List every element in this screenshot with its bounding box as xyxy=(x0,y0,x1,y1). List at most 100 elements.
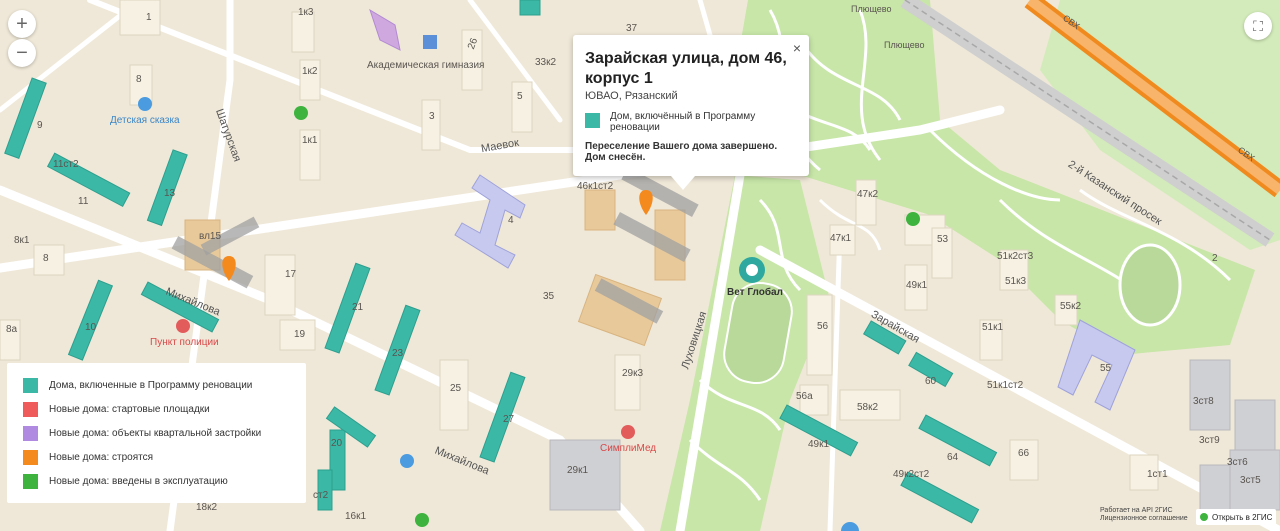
house-number: 56 xyxy=(817,321,829,332)
house-number: 25 xyxy=(450,383,462,394)
house-number: 2 xyxy=(1212,253,1218,264)
house-number: 23 xyxy=(392,348,404,359)
house-number: 3 xyxy=(429,111,435,122)
map-legend: Дома, включенные в Программу реновации Н… xyxy=(7,363,306,503)
house-number: 56а xyxy=(796,391,813,402)
house-number: 47к2 xyxy=(857,189,879,200)
house-number: 53 xyxy=(937,234,949,245)
house-number: ст2 xyxy=(313,490,329,501)
house-number: 33к2 xyxy=(535,57,557,68)
zoom-in-button[interactable]: + xyxy=(8,10,36,38)
house-number: 8а xyxy=(6,324,18,335)
legend-item: Новые дома: введены в эксплуатацию xyxy=(23,474,228,489)
legend-swatch xyxy=(23,378,38,393)
house-number: 49к2ст2 xyxy=(893,469,930,480)
house-number: 51к2ст3 xyxy=(997,251,1034,262)
popup-status-row: Дом, включённый в Программу реновации xyxy=(585,111,780,133)
poi-icon-3 xyxy=(400,454,414,468)
popup-area: ЮВАО, Рязанский xyxy=(585,90,678,102)
house-number: 29к3 xyxy=(622,368,644,379)
house-number: 58к2 xyxy=(857,402,879,413)
legend-label: Новые дома: объекты квартальной застройк… xyxy=(49,428,262,439)
house-number: 17 xyxy=(285,269,297,280)
house-number: 11 xyxy=(78,196,89,207)
poi-icon-4 xyxy=(415,513,429,527)
place-label: СимплиМед xyxy=(600,443,657,454)
shop-poi-icon-2 xyxy=(294,106,308,120)
house-number: 35 xyxy=(543,291,555,302)
house-number: 49к1 xyxy=(906,280,928,291)
house-number: 3ст9 xyxy=(1199,435,1220,446)
house-number: 51к1 xyxy=(982,322,1004,333)
house-number: 1ст1 xyxy=(1147,469,1168,480)
house-number: 19 xyxy=(294,329,306,340)
legend-swatch xyxy=(23,402,38,417)
place-label: Плющево xyxy=(851,4,892,14)
legend-label: Новые дома: введены в эксплуатацию xyxy=(49,476,228,487)
school-poi-icon xyxy=(423,35,437,49)
legend-swatch xyxy=(23,426,38,441)
open-in-2gis-button[interactable]: Открыть в 2ГИС xyxy=(1196,509,1276,525)
place-label: Пункт полиции xyxy=(150,337,219,348)
house-number: 60 xyxy=(925,376,937,387)
house-number: 10 xyxy=(85,322,97,333)
legend-label: Новые дома: стартовые площадки xyxy=(49,404,210,415)
race-track xyxy=(1118,243,1182,327)
map-canvas[interactable]: Шатурская Маевок Михайлова Михайлова Лух… xyxy=(0,0,1280,531)
attribution[interactable]: Работает на API 2ГИС Лицензионное соглаш… xyxy=(1100,507,1188,523)
house-number: 18к2 xyxy=(196,502,218,513)
house-number: 3ст8 xyxy=(1193,396,1214,407)
shop-poi-icon xyxy=(906,212,920,226)
legend-item: Дома, включенные в Программу реновации xyxy=(23,378,252,393)
house-number: 64 xyxy=(947,452,959,463)
house-number: 1к2 xyxy=(302,66,318,77)
house-number: 16к1 xyxy=(345,511,367,522)
house-number: 8к1 xyxy=(14,235,30,246)
house-number: 55 xyxy=(1100,363,1112,374)
status-swatch xyxy=(585,113,600,128)
legend-swatch xyxy=(23,450,38,465)
house-number: 13 xyxy=(164,188,176,199)
house-number: 49к1 xyxy=(808,439,830,450)
house-number: 37 xyxy=(626,23,638,34)
house-number: 3ст6 xyxy=(1227,457,1248,468)
house-number: 21 xyxy=(352,302,364,313)
house-number: 29к1 xyxy=(567,465,589,476)
popup-status: Дом, включённый в Программу реновации xyxy=(610,111,756,133)
legend-item: Новые дома: стартовые площадки xyxy=(23,402,210,417)
place-label: Академическая гимназия xyxy=(367,60,485,71)
place-label: Плющево xyxy=(884,40,925,50)
building-popup: Зарайская улица, дом 46, корпус 1 × ЮВАО… xyxy=(573,35,809,190)
house-number: 3ст5 xyxy=(1240,475,1261,486)
popup-title: Зарайская улица, дом 46, корпус 1 xyxy=(585,50,787,87)
house-number: вл15 xyxy=(199,231,222,242)
zoom-out-button[interactable]: − xyxy=(8,39,36,67)
fullscreen-button[interactable]: ⛶ xyxy=(1244,12,1272,40)
place-label: Вет Глобал xyxy=(727,287,783,298)
house-number: 9 xyxy=(37,120,43,131)
2gis-logo-icon xyxy=(1200,513,1208,521)
legend-item: Новые дома: строятся xyxy=(23,450,153,465)
house-number: 1к1 xyxy=(302,135,318,146)
api-credit[interactable]: Работает на API 2ГИС xyxy=(1100,507,1188,515)
house-number: 66 xyxy=(1018,448,1030,459)
house-number: 51к1ст2 xyxy=(987,380,1024,391)
kindergarten-poi-icon xyxy=(138,97,152,111)
legend-label: Новые дома: строятся xyxy=(49,452,154,463)
house-number: 27 xyxy=(503,414,515,425)
clinic-poi-icon xyxy=(621,425,635,439)
house-number: 20 xyxy=(331,438,343,449)
house-number: 47к1 xyxy=(830,233,852,244)
license-link[interactable]: Лицензионное соглашение xyxy=(1100,515,1188,523)
house-number: 11ст2 xyxy=(53,159,79,170)
house-number: 5 xyxy=(517,91,523,102)
legend-swatch xyxy=(23,474,38,489)
house-number: 8 xyxy=(43,253,49,264)
place-label: Детская сказка xyxy=(110,115,180,126)
legend-label: Дома, включенные в Программу реновации xyxy=(49,380,253,391)
house-number: 4 xyxy=(508,215,514,226)
house-number: 51к3 xyxy=(1005,276,1027,287)
house-number: 8 xyxy=(136,74,142,85)
close-icon[interactable]: × xyxy=(793,40,801,56)
legend-item: Новые дома: объекты квартальной застройк… xyxy=(23,426,261,441)
